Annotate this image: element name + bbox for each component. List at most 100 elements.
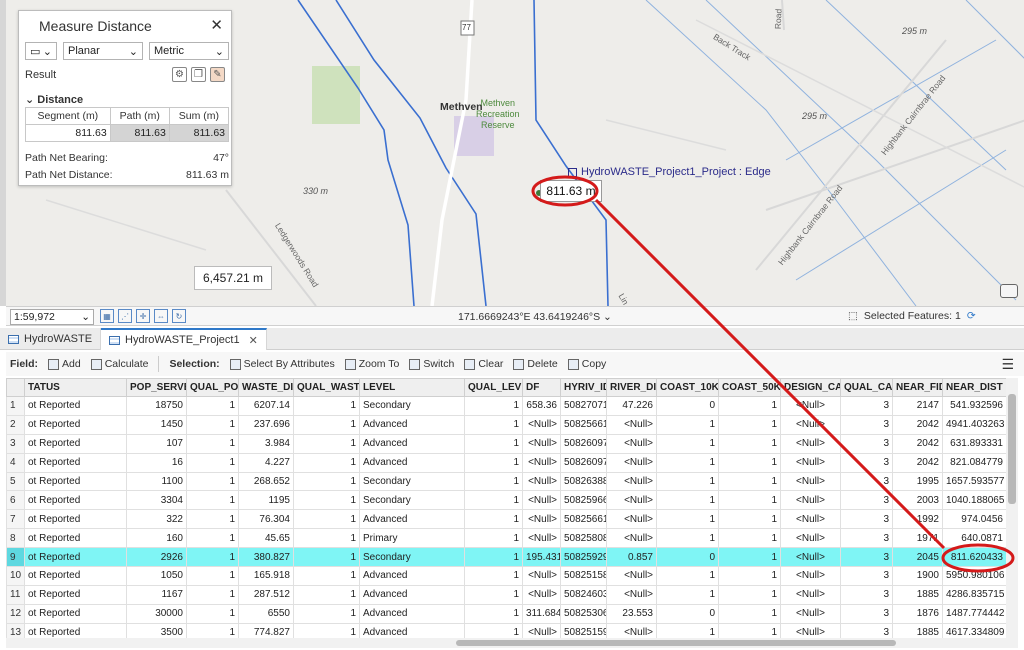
table-cell[interactable]: Secondary (359, 471, 465, 492)
table-cell[interactable]: 50825306 (560, 603, 607, 624)
table-row[interactable]: 1 ot Reported 18750 1 6207.14 1 Secondary 1 658.… (6, 396, 1006, 416)
table-cell[interactable]: <Null> (780, 584, 841, 605)
table-cell[interactable]: <Null> (522, 414, 561, 435)
table-cell[interactable]: 1 (186, 396, 239, 416)
table-cell[interactable]: 50825966 (560, 490, 607, 511)
table-cell[interactable]: 1 (464, 414, 523, 435)
units-select[interactable]: Metric ⌄ (149, 42, 229, 60)
table-cell[interactable]: 18750 (126, 396, 187, 416)
table-cell[interactable]: ot Reported (24, 452, 127, 473)
table-cell[interactable]: <Null> (606, 509, 657, 530)
table-cell[interactable]: 50826388 (560, 471, 607, 492)
table-cell[interactable]: <Null> (522, 490, 561, 511)
column-header[interactable]: QUAL_POP (186, 378, 239, 397)
table-cell[interactable]: 1 (464, 547, 523, 568)
table-cell[interactable]: <Null> (522, 584, 561, 605)
table-cell[interactable]: 1 (293, 471, 360, 492)
row-number-cell[interactable]: 3 (6, 433, 25, 454)
row-number-cell[interactable]: 7 (6, 509, 25, 530)
table-cell[interactable]: 1 (656, 584, 719, 605)
table-cell[interactable]: 2147 (892, 396, 943, 416)
table-cell[interactable]: Advanced (359, 452, 465, 473)
table-cell[interactable]: ot Reported (24, 566, 127, 586)
table-cell[interactable]: 1 (293, 414, 360, 435)
clear-button[interactable]: Clear (464, 358, 503, 370)
table-cell[interactable]: 1 (186, 528, 239, 549)
select-by-attributes-button[interactable]: Select By Attributes (229, 358, 335, 370)
table-cell[interactable]: 1885 (892, 622, 943, 638)
row-number-cell[interactable]: 5 (6, 471, 25, 492)
tab-hydrowaste[interactable]: HydroWASTE (0, 328, 102, 350)
row-number-cell[interactable]: 10 (6, 566, 25, 586)
table-cell[interactable]: 4.227 (238, 452, 294, 473)
table-cell[interactable]: Advanced (359, 622, 465, 638)
table-cell[interactable]: <Null> (522, 566, 561, 586)
table-cell[interactable]: 1 (186, 490, 239, 511)
row-number-cell[interactable]: 12 (6, 603, 25, 624)
table-row[interactable]: 8 ot Reported 160 1 45.65 1 Primary 1 <Null> 5082… (6, 528, 1006, 549)
column-header[interactable]: LEVEL (359, 378, 465, 397)
table-cell[interactable]: ot Reported (24, 603, 127, 624)
scale-select[interactable]: 1:59,972 ⌄ (10, 309, 94, 325)
table-cell[interactable]: 1 (293, 547, 360, 568)
table-cell[interactable]: 50825661 (560, 509, 607, 530)
table-cell[interactable]: 1 (186, 584, 239, 605)
table-cell[interactable]: ot Reported (24, 509, 127, 530)
table-cell[interactable]: 30000 (126, 603, 187, 624)
table-cell[interactable]: <Null> (522, 528, 561, 549)
table-cell[interactable]: <Null> (522, 471, 561, 492)
table-cell[interactable]: 3 (840, 584, 893, 605)
table-cell[interactable]: 1 (656, 490, 719, 511)
table-cell[interactable]: 1 (656, 452, 719, 473)
grid-icon[interactable]: ▦ (100, 309, 114, 323)
table-cell[interactable]: 107 (126, 433, 187, 454)
table-cell[interactable]: 1 (656, 509, 719, 530)
table-cell[interactable]: 3 (840, 433, 893, 454)
measure-type-select[interactable]: Planar ⌄ (63, 42, 143, 60)
table-cell[interactable]: <Null> (606, 452, 657, 473)
switch-button[interactable]: Switch (409, 358, 454, 370)
table-row[interactable]: 6 ot Reported 3304 1 1195 1 Secondary 1 <Null> 50… (6, 490, 1006, 511)
table-cell[interactable]: <Null> (522, 452, 561, 473)
table-cell[interactable]: 3 (840, 471, 893, 492)
table-cell[interactable]: ot Reported (24, 584, 127, 605)
table-cell[interactable]: Advanced (359, 433, 465, 454)
table-cell[interactable]: <Null> (522, 622, 561, 638)
column-header[interactable]: DESIGN_CAP (780, 378, 841, 397)
horizontal-scrollbar[interactable] (6, 638, 1018, 648)
table-cell[interactable]: 1 (656, 622, 719, 638)
table-cell[interactable]: 311.684 (522, 603, 561, 624)
table-cell[interactable]: 6207.14 (238, 396, 294, 416)
table-cell[interactable]: 1100 (126, 471, 187, 492)
table-cell[interactable]: 1040.188065 (942, 490, 1006, 511)
zoom-to-button[interactable]: Zoom To (344, 358, 399, 370)
table-cell[interactable]: 50825661 (560, 414, 607, 435)
table-cell[interactable]: 1 (718, 433, 781, 454)
table-cell[interactable]: 1050 (126, 566, 187, 586)
table-cell[interactable]: 974.0456 (942, 509, 1006, 530)
table-cell[interactable]: 658.36 (522, 396, 561, 416)
table-cell[interactable]: 50826097 (560, 452, 607, 473)
table-cell[interactable]: <Null> (522, 509, 561, 530)
table-cell[interactable]: 1 (718, 584, 781, 605)
table-cell[interactable]: <Null> (606, 584, 657, 605)
scroll-thumb[interactable] (1008, 394, 1016, 504)
column-header[interactable]: COAST_10KM (656, 378, 719, 397)
table-cell[interactable]: 1 (656, 528, 719, 549)
table-cell[interactable]: Advanced (359, 566, 465, 586)
table-cell[interactable]: 160 (126, 528, 187, 549)
table-cell[interactable]: 50825808 (560, 528, 607, 549)
table-cell[interactable]: 50826097 (560, 433, 607, 454)
table-cell[interactable]: 50825159 (560, 622, 607, 638)
table-cell[interactable]: 1 (186, 603, 239, 624)
table-cell[interactable]: ot Reported (24, 490, 127, 511)
column-header[interactable]: TATUS (24, 378, 127, 397)
table-cell[interactable]: <Null> (606, 471, 657, 492)
table-cell[interactable]: Secondary (359, 547, 465, 568)
table-cell[interactable]: 3 (840, 509, 893, 530)
table-cell[interactable]: 1 (464, 622, 523, 638)
row-number-cell[interactable]: 6 (6, 490, 25, 511)
table-cell[interactable]: 1 (186, 471, 239, 492)
table-cell[interactable]: 1 (718, 396, 781, 416)
table-cell[interactable]: 3 (840, 490, 893, 511)
